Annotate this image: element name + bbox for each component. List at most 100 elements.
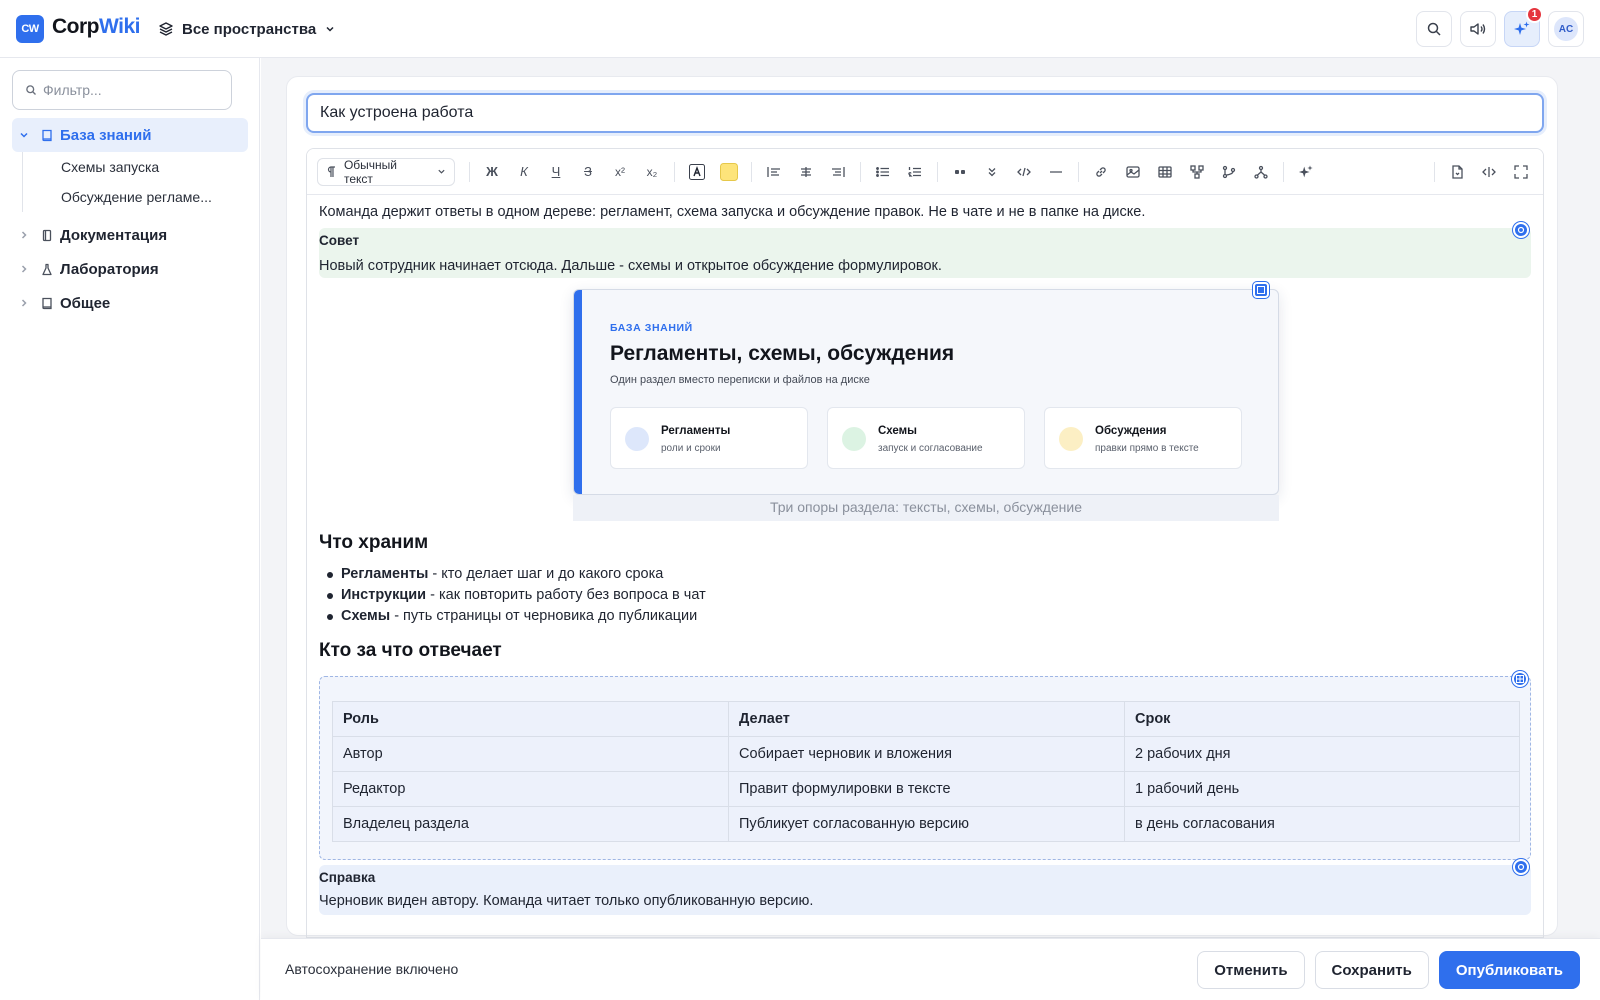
export-button[interactable] <box>1443 158 1471 186</box>
align-center-button[interactable] <box>792 158 820 186</box>
align-left-icon <box>767 166 780 177</box>
banner-card-title: Регламенты <box>661 425 731 437</box>
banner-image[interactable]: БАЗА ЗНАНИЙ Регламенты, схемы, обсуждени… <box>573 282 1279 521</box>
banner-title: Регламенты, схемы, обсуждения <box>610 342 955 365</box>
list-item: Схемы - путь страницы от черновика до пу… <box>319 606 706 627</box>
search-button[interactable] <box>1416 11 1452 47</box>
image-button[interactable] <box>1119 158 1147 186</box>
text-color-button[interactable] <box>683 158 711 186</box>
fullscreen-button[interactable] <box>1507 158 1535 186</box>
announcements-button[interactable] <box>1460 11 1496 47</box>
tree-item-documentation[interactable]: Документация <box>12 218 248 252</box>
diagram-button[interactable] <box>1183 158 1211 186</box>
avatar-initials: AC <box>1554 17 1578 41</box>
collapse-block-button[interactable] <box>978 158 1006 186</box>
ai-write-button[interactable] <box>1292 158 1320 186</box>
ai-assistant-button[interactable]: 1 <box>1504 6 1543 47</box>
tree-item-label: Лаборатория <box>60 260 159 278</box>
editor: Обычный текст Ж К Ч З x² x₂ Команда держ… <box>306 148 1544 938</box>
logo-badge[interactable]: CW <box>16 15 44 43</box>
table-header-cell[interactable]: Делает <box>728 701 1125 737</box>
chevrons-down-icon <box>988 167 996 176</box>
strikethrough-button[interactable]: З <box>574 158 602 186</box>
underline-button[interactable]: Ч <box>542 158 570 186</box>
divider-button[interactable] <box>1042 158 1070 186</box>
filter-input[interactable] <box>43 82 213 98</box>
align-right-button[interactable] <box>824 158 852 186</box>
list-item-term: Регламенты <box>341 566 429 582</box>
align-left-button[interactable] <box>760 158 788 186</box>
list-item-text: - путь страницы от черновика до публикац… <box>390 608 698 624</box>
bullet-list-button[interactable] <box>869 158 897 186</box>
space-tree: База знаний Схемы запуска Обсуждение рег… <box>12 118 248 320</box>
autosave-status: Автосохранение включено <box>285 961 459 977</box>
save-button[interactable]: Сохранить <box>1314 951 1429 989</box>
table-block[interactable]: Роль Делает Срок Автор Собирает черновик… <box>319 671 1531 860</box>
table-header-cell[interactable]: Срок <box>1124 701 1520 737</box>
fork-button[interactable] <box>1247 158 1275 186</box>
table-cell[interactable]: Собирает черновик и вложения <box>728 736 1125 772</box>
table-cell[interactable]: Публикует согласованную версию <box>728 806 1125 842</box>
space-switcher[interactable]: Все пространства <box>158 16 336 42</box>
block-handle[interactable] <box>1513 859 1529 875</box>
cancel-button[interactable]: Отменить <box>1197 951 1305 989</box>
quote-button[interactable] <box>946 158 974 186</box>
page-title-input[interactable] <box>306 93 1544 133</box>
intro-paragraph: Команда держит ответы в одном дереве: ре… <box>319 204 1146 220</box>
highlight-color-button[interactable] <box>715 158 743 186</box>
table-cell[interactable]: 2 рабочих дня <box>1124 736 1520 772</box>
bullet-list: Регламенты - кто делает шаг и до какого … <box>319 564 706 627</box>
table-button[interactable] <box>1151 158 1179 186</box>
code-button[interactable] <box>1010 158 1038 186</box>
table-cell[interactable]: Владелец раздела <box>332 806 729 842</box>
block-handle[interactable] <box>1513 222 1529 238</box>
tree-item-knowledge-base[interactable]: База знаний <box>12 118 248 152</box>
text-style-select[interactable]: Обычный текст <box>317 157 455 186</box>
chevron-down-icon[interactable] <box>19 130 29 140</box>
git-branch-button[interactable] <box>1215 158 1243 186</box>
list-item-text: - как повторить работу без вопроса в чат <box>426 587 706 603</box>
logo-text[interactable]: CorpWiki <box>52 15 140 39</box>
fullscreen-icon <box>1514 164 1528 179</box>
table-cell[interactable]: Редактор <box>332 771 729 807</box>
list-item-term: Инструкции <box>341 587 427 603</box>
publish-button[interactable]: Опубликовать <box>1438 951 1580 989</box>
source-view-button[interactable] <box>1475 158 1503 186</box>
banner-card-subtitle: правки прямо в тексте <box>1095 443 1199 454</box>
filter-field[interactable] <box>12 70 232 110</box>
banner-subtitle: Один раздел вместо переписки и файлов на… <box>610 374 870 386</box>
note-body: Черновик виден автору. Команда читает то… <box>319 893 814 909</box>
table-cell[interactable]: в день согласования <box>1124 806 1520 842</box>
table-cell[interactable]: 1 рабочий день <box>1124 771 1520 807</box>
numbered-list-button[interactable] <box>901 158 929 186</box>
subscript-button[interactable]: x₂ <box>638 158 666 186</box>
image-caption[interactable]: Три опоры раздела: тексты, схемы, обсужд… <box>573 495 1279 521</box>
list-item-term: Схемы <box>341 608 391 624</box>
table-header-cell[interactable]: Роль <box>332 701 729 737</box>
superscript-button[interactable]: x² <box>606 158 634 186</box>
table-cell[interactable]: Правит формулировки в тексте <box>728 771 1125 807</box>
tree-subitem-regulation-discussion[interactable]: Обсуждение регламе... <box>61 182 248 212</box>
chevron-right-icon[interactable] <box>19 298 29 308</box>
table-block-handle[interactable] <box>1512 671 1528 687</box>
bold-button[interactable]: Ж <box>478 158 506 186</box>
chevron-right-icon[interactable] <box>19 230 29 240</box>
link-button[interactable] <box>1087 158 1115 186</box>
banner-card-subtitle: запуск и согласование <box>878 443 983 454</box>
image-icon <box>1126 165 1140 178</box>
editor-toolbar: Обычный текст Ж К Ч З x² x₂ <box>307 149 1543 195</box>
chevron-right-icon[interactable] <box>19 264 29 274</box>
tree-subitem-launch-schemes[interactable]: Схемы запуска <box>61 152 248 182</box>
italic-button[interactable]: К <box>510 158 538 186</box>
notification-badge: 1 <box>1526 6 1543 23</box>
tree-item-general[interactable]: Общее <box>12 286 248 320</box>
banner-card-title: Обсуждения <box>1095 425 1167 437</box>
image-block-handle[interactable] <box>1253 282 1269 298</box>
space-switcher-label: Все пространства <box>182 20 317 38</box>
tree-item-lab[interactable]: Лаборатория <box>12 252 248 286</box>
roles-table: Роль Делает Срок Автор Собирает черновик… <box>332 701 1520 842</box>
move-icon <box>1517 863 1525 871</box>
fork-icon <box>1254 165 1268 179</box>
table-cell[interactable]: Автор <box>332 736 729 772</box>
user-avatar[interactable]: AC <box>1548 11 1584 47</box>
